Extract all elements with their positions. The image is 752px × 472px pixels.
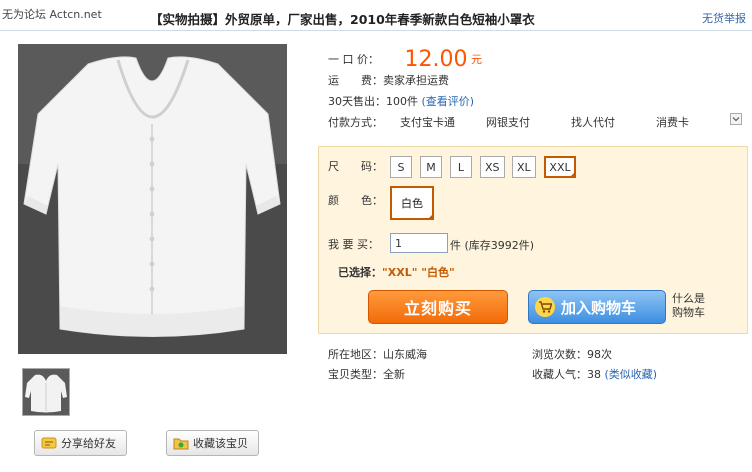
product-title: 【实物拍摄】外贸原单，厂家出售，2010年春季新款白色短袖小罩衣 — [150, 12, 535, 27]
product-main-image[interactable] — [18, 44, 287, 354]
size-option-s[interactable]: S — [390, 156, 412, 178]
payment-option[interactable]: 支付宝卡通 — [400, 114, 455, 130]
size-option-l[interactable]: L — [450, 156, 472, 178]
stock-count: (库存3992件) — [464, 239, 535, 252]
views-label: 浏览次数： — [532, 348, 587, 361]
views-value: 98次 — [587, 348, 612, 361]
share-icon — [41, 436, 57, 450]
product-thumbnail[interactable] — [22, 368, 70, 416]
size-option-m[interactable]: M — [420, 156, 442, 178]
what-is-cart-line2: 购物车 — [672, 306, 705, 319]
qty-label: 我 要 买： — [328, 238, 379, 251]
favorites-value: 38 — [587, 368, 601, 381]
cart-icon — [535, 297, 555, 317]
color-option-label: 白色 — [401, 197, 423, 210]
what-is-cart-line1: 什么是 — [672, 292, 705, 305]
favorites-row: 收藏人气：38 (类似收藏) — [532, 366, 657, 382]
what-is-cart-link[interactable]: 什么是 购物车 — [672, 292, 705, 320]
stock-row: 件 (库存3992件) — [450, 237, 534, 253]
payment-more-icon[interactable] — [730, 113, 742, 128]
payment-option[interactable]: 找人代付 — [571, 114, 615, 130]
selected-label: 已选择： — [338, 266, 382, 279]
location-label: 所在地区： — [328, 348, 383, 361]
color-option-white[interactable]: 白色 — [390, 186, 434, 220]
payment-option[interactable]: 消费卡 — [656, 114, 689, 130]
selected-check-icon — [569, 171, 576, 178]
share-button[interactable]: 分享给好友 — [34, 430, 127, 456]
shipping-label: 运 费： — [328, 74, 383, 87]
size-option-xs[interactable]: XS — [480, 156, 505, 178]
collect-button[interactable]: 收藏该宝贝 — [166, 430, 259, 456]
add-to-cart-button[interactable]: 加入购物车 — [528, 290, 666, 324]
type-label: 宝贝类型： — [328, 368, 383, 381]
share-label: 分享给好友 — [61, 437, 116, 450]
buy-now-button[interactable]: 立刻购买 — [368, 290, 508, 324]
size-option-xxl[interactable]: XXL — [544, 156, 576, 178]
sales-label: 30天售出： — [328, 95, 386, 108]
favorites-label: 收藏人气： — [532, 368, 587, 381]
add-to-cart-label: 加入购物车 — [561, 298, 637, 317]
size-label: 尺 码： — [328, 160, 383, 173]
size-option-xl[interactable]: XL — [512, 156, 536, 178]
quantity-input[interactable] — [390, 233, 448, 253]
reviews-link[interactable]: (查看评价) — [422, 95, 475, 108]
price-row: 一 口 价： 12.00 元 — [328, 44, 482, 72]
price-label: 一 口 价： — [328, 53, 379, 66]
shipping-row: 运 费：卖家承担运费 — [328, 72, 449, 88]
shipping-value: 卖家承担运费 — [383, 74, 449, 87]
price-unit: 元 — [470, 53, 482, 66]
location-value: 山东威海 — [383, 348, 427, 361]
payment-row: 付款方式： — [328, 114, 383, 130]
selected-value: "XXL" "白色" — [382, 266, 455, 279]
type-row: 宝贝类型：全新 — [328, 366, 405, 382]
color-label: 颜 色： — [328, 194, 383, 207]
site-watermark: 无为论坛 Actcn.net — [2, 8, 102, 21]
views-row: 浏览次数：98次 — [532, 346, 612, 362]
size-option-xxl-label: XXL — [549, 160, 571, 174]
selected-check-icon — [427, 213, 434, 220]
sales-row: 30天售出：100件 (查看评价) — [328, 93, 474, 109]
report-link[interactable]: 无货举报 — [702, 10, 746, 26]
selected-row: 已选择："XXL" "白色" — [338, 264, 455, 280]
title-divider — [0, 30, 752, 31]
qty-unit: 件 — [450, 239, 461, 252]
location-row: 所在地区：山东威海 — [328, 346, 427, 362]
payment-label: 付款方式： — [328, 116, 383, 129]
favorite-folder-icon — [173, 436, 189, 450]
price-value: 12.00 — [404, 47, 468, 72]
sales-value: 100件 — [386, 95, 418, 108]
type-value: 全新 — [383, 368, 405, 381]
collect-label: 收藏该宝贝 — [193, 437, 248, 450]
payment-option[interactable]: 网银支付 — [486, 114, 530, 130]
similar-favorites-link[interactable]: (类似收藏) — [605, 368, 658, 381]
